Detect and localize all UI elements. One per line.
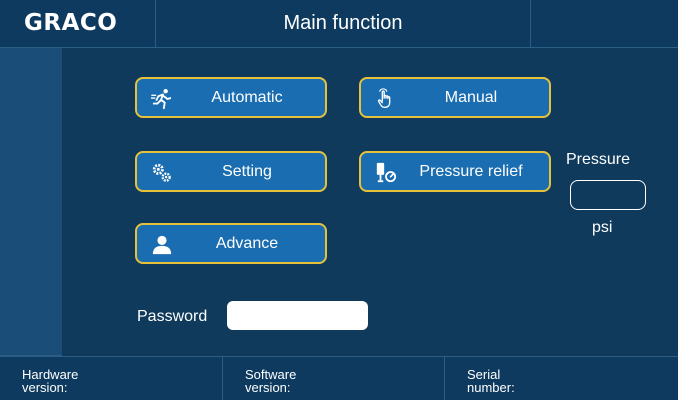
pressure-valve-icon — [376, 162, 397, 183]
hand-pointer-icon — [377, 88, 391, 108]
serial-number: Serial number: — [444, 357, 678, 400]
pressure-value-display — [570, 180, 646, 210]
footer-bar: Hardware version: Software version: Seri… — [0, 356, 678, 400]
header-right-cell — [530, 0, 678, 47]
page-title: Main function — [283, 12, 403, 34]
hardware-version-label: Hardware version: — [22, 367, 79, 395]
manual-label: Manual — [444, 89, 498, 106]
software-version-label: Software version: — [245, 367, 297, 395]
software-version: Software version: — [222, 357, 444, 400]
password-input[interactable] — [227, 301, 368, 330]
pressure-unit-label: psi — [592, 219, 613, 236]
gears-icon — [152, 163, 171, 182]
serial-number-label: Serial number: — [467, 367, 515, 395]
setting-label: Setting — [222, 163, 272, 180]
pressure-label: Pressure — [566, 151, 631, 168]
logo-cell: GRACO — [0, 0, 156, 47]
header-bar: GRACO Main function — [0, 0, 678, 47]
graco-logo: GRACO — [24, 10, 118, 36]
pressure-relief-button[interactable]: Pressure relief — [359, 151, 551, 192]
left-side-strip — [0, 47, 62, 356]
advance-label: Advance — [215, 235, 279, 252]
running-person-icon — [151, 89, 172, 110]
setting-button[interactable]: Setting — [135, 151, 327, 192]
pressure-relief-label: Pressure relief — [419, 163, 523, 180]
automatic-label: Automatic — [211, 89, 283, 106]
advance-button[interactable]: Advance — [135, 223, 327, 264]
automatic-button[interactable]: Automatic — [135, 77, 327, 118]
password-label: Password — [137, 308, 208, 325]
user-icon — [152, 235, 172, 255]
manual-button[interactable]: Manual — [359, 77, 551, 118]
hardware-version: Hardware version: — [0, 357, 222, 400]
